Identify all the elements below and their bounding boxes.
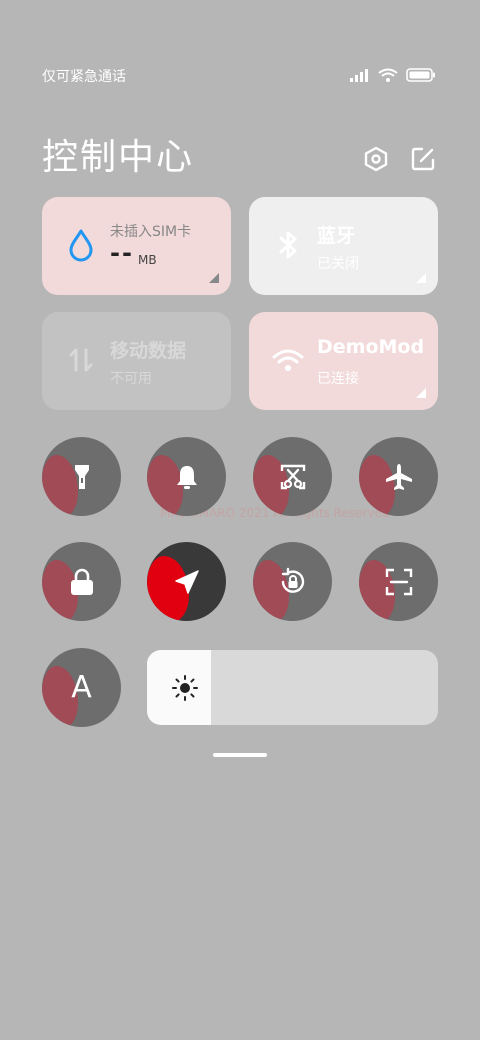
mobile-data-tile[interactable]: 移动数据 不可用 [42, 312, 231, 410]
wifi-icon [272, 349, 304, 371]
notification-toggle[interactable] [147, 437, 226, 516]
font-size-toggle[interactable]: A [42, 648, 121, 727]
scan-icon [385, 568, 412, 595]
hexagon-settings-icon [364, 146, 388, 172]
letter-a-icon: A [71, 670, 92, 705]
mobile-data-label: 移动数据 [110, 340, 187, 362]
scan-toggle[interactable] [359, 542, 438, 621]
wifi-status-icon [378, 68, 398, 82]
signal-icon [350, 69, 368, 82]
flashlight-icon [74, 464, 89, 489]
edit-button[interactable] [410, 146, 436, 172]
status-bar: 仅可紧急通话 [42, 66, 436, 86]
expand-corner-icon [209, 273, 219, 283]
bluetooth-label: 蓝牙 [317, 225, 356, 247]
battery-icon [406, 68, 435, 82]
bluetooth-status: 已关闭 [317, 256, 359, 272]
status-icons [350, 68, 436, 82]
airplane-icon [385, 463, 412, 490]
expand-corner-icon [416, 388, 426, 398]
water-drop-icon [69, 229, 93, 262]
expand-corner-icon [416, 273, 426, 283]
data-usage-unit: MB [138, 253, 157, 267]
location-arrow-icon [174, 569, 199, 594]
data-usage-tile[interactable]: 未插入SIM卡 -- MB [42, 197, 231, 295]
wifi-tile[interactable]: DemoMod 已连接 [249, 312, 438, 410]
settings-button[interactable] [363, 146, 389, 172]
lock-screen-toggle[interactable] [42, 542, 121, 621]
flashlight-toggle[interactable] [42, 437, 121, 516]
sun-icon [172, 675, 198, 701]
arrows-updown-icon [69, 348, 93, 372]
airplane-mode-toggle[interactable] [359, 437, 438, 516]
page-title: 控制中心 [42, 137, 195, 178]
wifi-status: 已连接 [317, 371, 359, 387]
brightness-slider[interactable] [147, 650, 438, 725]
rotation-lock-toggle[interactable] [253, 542, 332, 621]
mobile-data-status: 不可用 [110, 371, 152, 387]
bluetooth-icon [279, 231, 297, 259]
bell-icon [176, 465, 197, 489]
edit-icon [411, 147, 435, 171]
rotation-lock-icon [281, 567, 304, 593]
lock-icon [70, 568, 93, 595]
data-usage-value: -- [110, 239, 134, 267]
sim-status-label: 未插入SIM卡 [110, 224, 192, 240]
status-text: 仅可紧急通话 [42, 69, 126, 85]
wifi-network-name: DemoMod [317, 336, 425, 358]
scissors-icon [280, 464, 305, 489]
location-toggle[interactable] [147, 542, 226, 621]
drag-handle[interactable] [213, 753, 267, 757]
screenshot-toggle[interactable] [253, 437, 332, 516]
bluetooth-tile[interactable]: 蓝牙 已关闭 [249, 197, 438, 295]
